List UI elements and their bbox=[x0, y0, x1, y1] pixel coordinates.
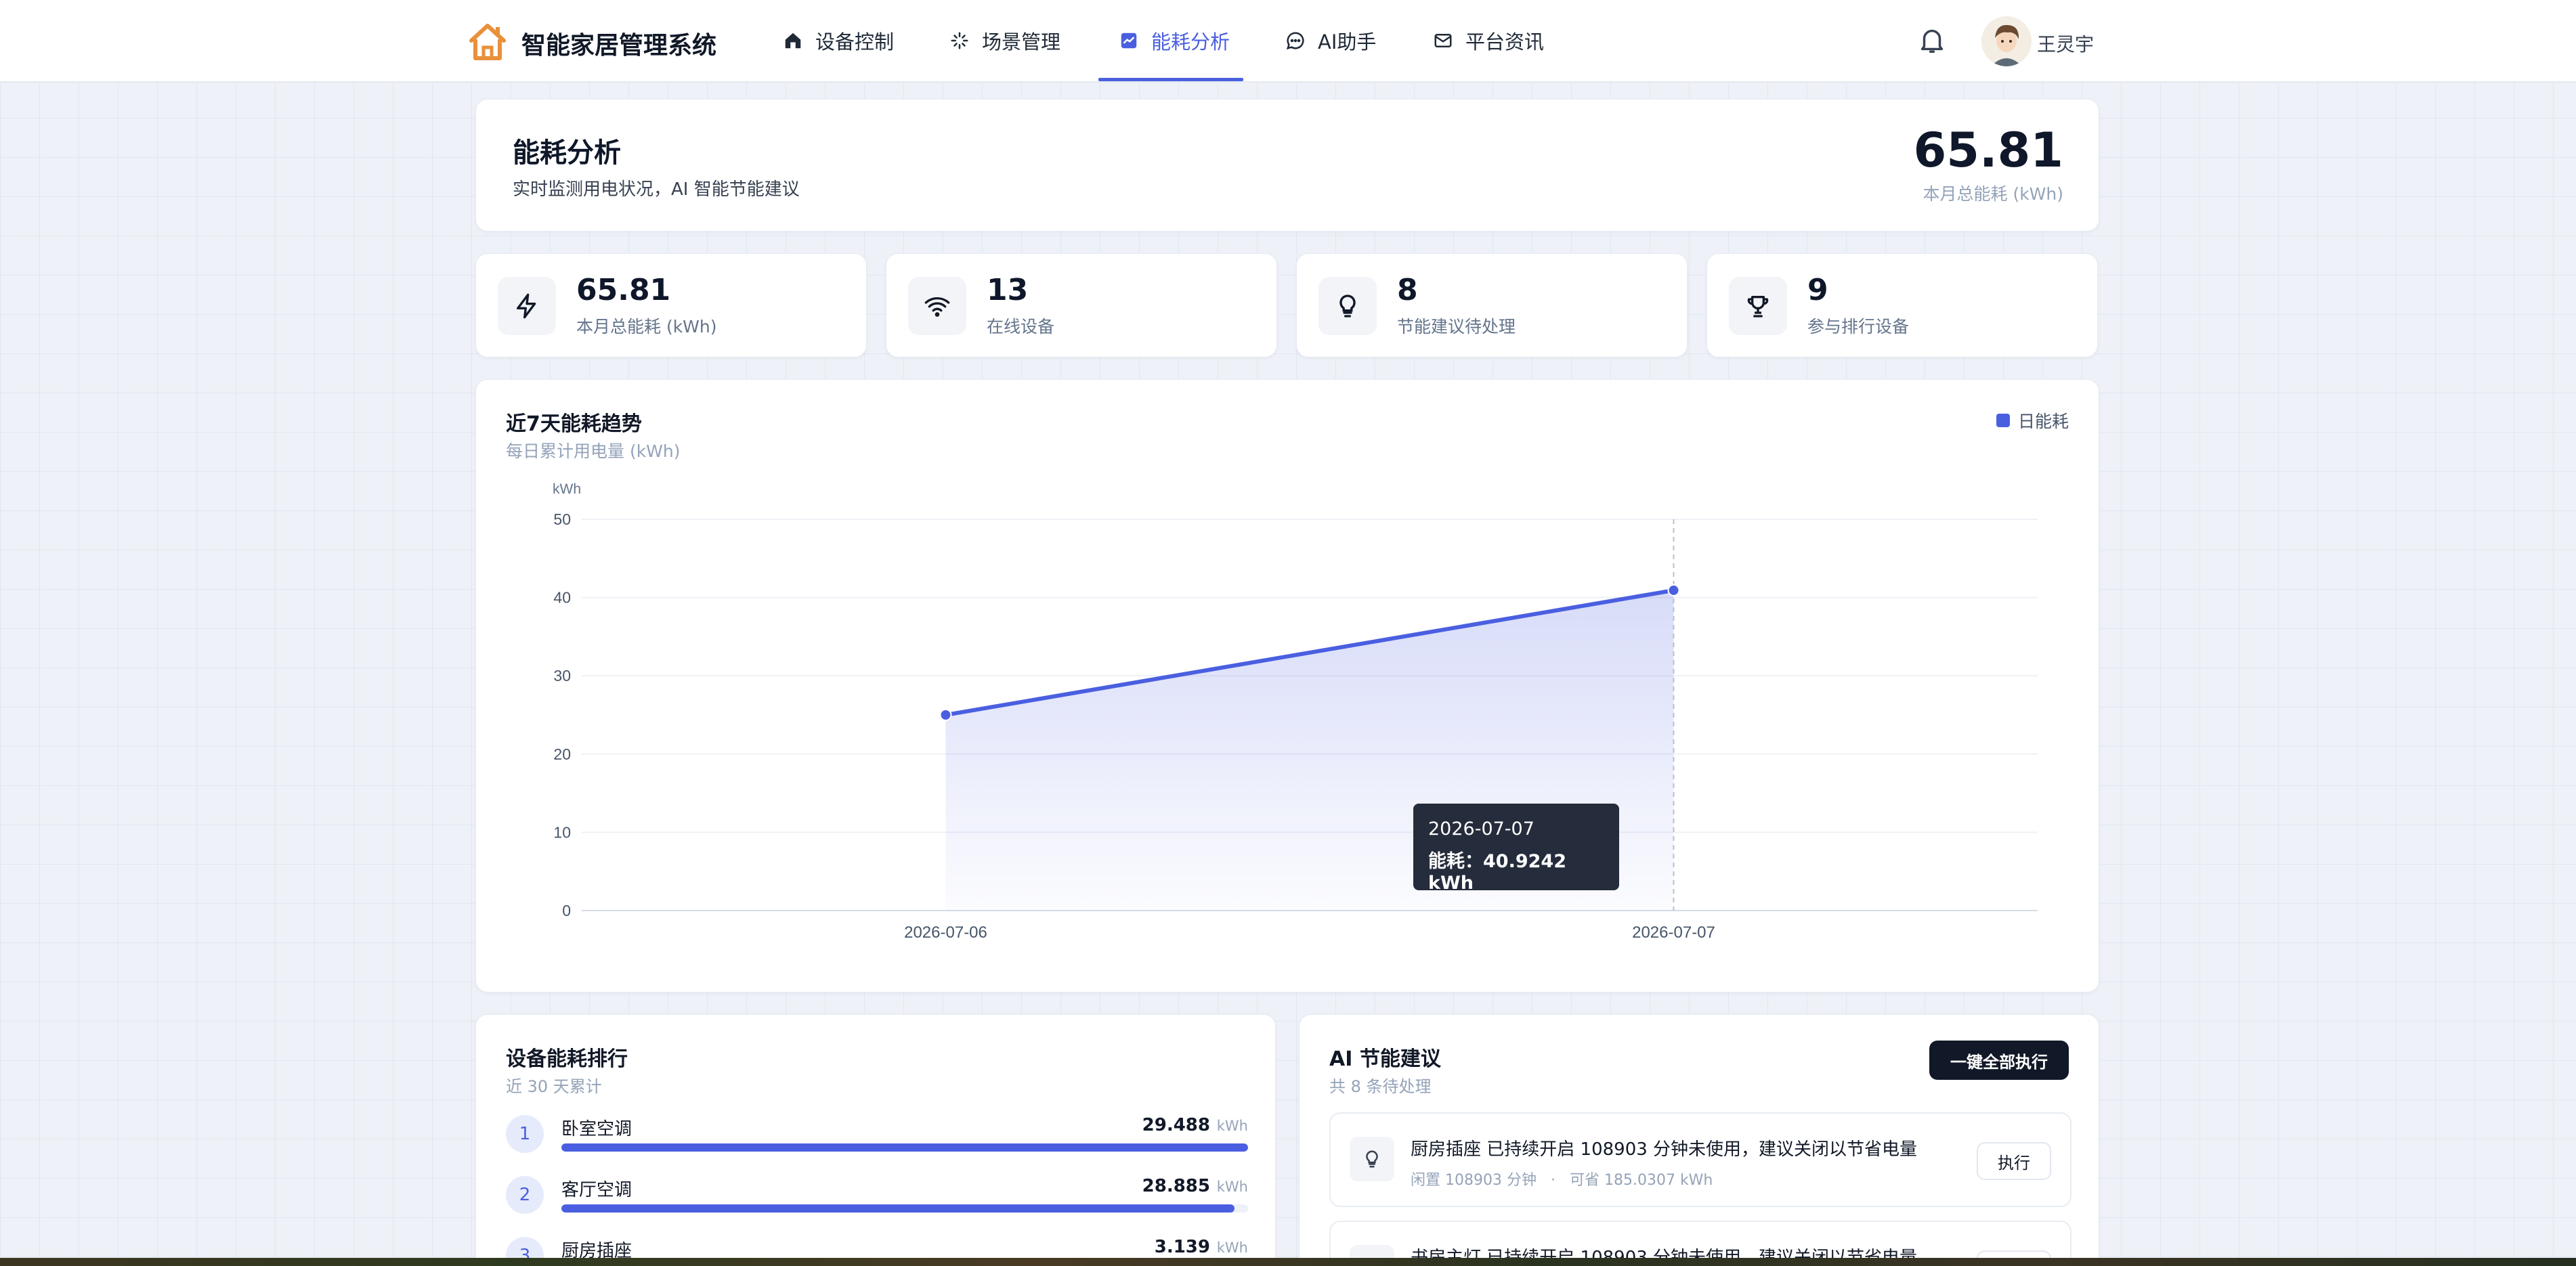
bulb-icon bbox=[1350, 1137, 1394, 1181]
energy-unit: kWh bbox=[1216, 1118, 1248, 1134]
data-point bbox=[1667, 584, 1680, 596]
tooltip-value: 能耗：40.9242 kWh bbox=[1428, 851, 1566, 894]
nav-platform-news[interactable]: 平台资讯 bbox=[1433, 0, 1544, 81]
y-tick-label: 50 bbox=[553, 510, 571, 528]
y-tick-label: 30 bbox=[553, 667, 571, 684]
app-title[interactable]: 智能家居管理系统 bbox=[521, 26, 716, 61]
y-axis-unit: kWh bbox=[553, 481, 581, 497]
page-header-card: 能耗分析 实时监测用电状况，AI 智能节能建议 65.81 本月总能耗 (kWh… bbox=[475, 99, 2099, 232]
energy-unit: kWh bbox=[1216, 1240, 1248, 1256]
nav-label: 平台资讯 bbox=[1465, 30, 1545, 53]
nav-energy-analysis[interactable]: 能耗分析 bbox=[1098, 0, 1244, 81]
y-tick-label: 0 bbox=[562, 902, 571, 919]
idle-time: 闲置 108903 分钟 bbox=[1411, 1172, 1537, 1189]
suggestion-meta: 闲置 108903 分钟 · 可省 185.0307 kWh bbox=[1411, 1172, 1713, 1189]
stat-card-energy: 65.81 本月总能耗 (kWh) bbox=[475, 253, 867, 357]
ranking-row[interactable]: 2 客厅空调 28.885 kWh bbox=[506, 1176, 1248, 1230]
energy-unit: kWh bbox=[1216, 1179, 1248, 1195]
home-icon bbox=[785, 32, 801, 49]
monthly-total-value: 65.81 bbox=[1913, 123, 2063, 178]
stat-value: 13 bbox=[987, 273, 1029, 307]
stat-card-suggestions: 8 节能建议待处理 bbox=[1296, 253, 1688, 357]
chart-icon bbox=[1121, 32, 1137, 49]
nav-device-control[interactable]: 设备控制 bbox=[783, 0, 894, 81]
stat-card-ranking: 9 参与排行设备 bbox=[1706, 253, 2098, 357]
execute-all-button[interactable]: 一键全部执行 bbox=[1929, 1041, 2069, 1080]
mail-icon bbox=[1434, 34, 1452, 47]
y-tick-label: 40 bbox=[553, 589, 571, 607]
bell-icon[interactable] bbox=[1916, 24, 1948, 56]
energy-bar-fill bbox=[561, 1143, 1248, 1152]
energy-bar-fill bbox=[561, 1204, 1235, 1213]
rank-number: 2 bbox=[506, 1176, 544, 1214]
saving-estimate: 可省 185.0307 kWh bbox=[1569, 1172, 1713, 1189]
bolt-icon bbox=[498, 277, 556, 335]
bulb-icon bbox=[1318, 277, 1377, 335]
stat-label: 节能建议待处理 bbox=[1397, 317, 1516, 336]
nav-label: AI助手 bbox=[1318, 30, 1377, 53]
stat-card-online: 13 在线设备 bbox=[886, 253, 1277, 357]
stat-label: 本月总能耗 (kWh) bbox=[576, 317, 717, 336]
top-navbar: 智能家居管理系统 设备控制 场景管理 能耗分析 AI助手 平台资讯 王灵宇 bbox=[0, 0, 2576, 83]
nav-label: 场景管理 bbox=[982, 30, 1061, 53]
device-ranking-card: 设备能耗排行 近 30 天累计 1 卧室空调 29.488 kWh 2 客厅空调… bbox=[475, 1014, 1276, 1266]
ranking-row[interactable]: 1 卧室空调 29.488 kWh bbox=[506, 1115, 1248, 1169]
stat-value: 9 bbox=[1807, 273, 1828, 307]
page-title: 能耗分析 bbox=[513, 137, 621, 169]
energy-bar-track bbox=[561, 1143, 1248, 1152]
x-tick-label: 2026-07-06 bbox=[904, 923, 987, 942]
device-name: 卧室空调 bbox=[561, 1119, 632, 1139]
trophy-icon bbox=[1729, 277, 1787, 335]
suggestion-text: 厨房插座 已持续开启 108903 分钟未使用，建议关闭以节省电量 bbox=[1411, 1139, 1918, 1160]
device-energy: 3.139 bbox=[1154, 1237, 1210, 1257]
device-energy: 29.488 bbox=[1142, 1115, 1210, 1135]
nav-ai-assistant[interactable]: AI助手 bbox=[1285, 0, 1376, 81]
stat-label: 在线设备 bbox=[987, 317, 1055, 336]
rank-number: 1 bbox=[506, 1115, 544, 1153]
desktop-edge bbox=[0, 1258, 2576, 1266]
nav-label: 能耗分析 bbox=[1151, 30, 1230, 53]
page-subtitle: 实时监测用电状况，AI 智能节能建议 bbox=[513, 179, 800, 200]
device-energy: 28.885 bbox=[1142, 1176, 1210, 1196]
user-name[interactable]: 王灵宇 bbox=[2037, 30, 2094, 57]
x-tick-label: 2026-07-07 bbox=[1632, 923, 1715, 942]
ai-subtitle: 共 8 条待处理 bbox=[1329, 1077, 1432, 1096]
monthly-total-label: 本月总能耗 (kWh) bbox=[1923, 184, 2064, 204]
device-name: 客厅空调 bbox=[561, 1180, 632, 1200]
data-point bbox=[939, 709, 952, 721]
y-tick-label: 20 bbox=[553, 745, 571, 763]
ai-title: AI 节能建议 bbox=[1329, 1047, 1441, 1071]
chat-icon bbox=[1286, 32, 1304, 50]
trend-chart-card: 近7天能耗趋势 每日累计用电量 (kWh) 日能耗 0 10 20 30 40 50 kWh… bbox=[475, 379, 2099, 992]
suggestion-item: 厨房插座 已持续开启 108903 分钟未使用，建议关闭以节省电量 闲置 108… bbox=[1329, 1112, 2071, 1207]
nav-label: 设备控制 bbox=[815, 30, 895, 53]
house-logo-icon[interactable] bbox=[466, 20, 509, 64]
ranking-subtitle: 近 30 天累计 bbox=[506, 1077, 602, 1096]
execute-button[interactable]: 执行 bbox=[1977, 1142, 2051, 1180]
avatar-image bbox=[1981, 16, 2032, 66]
y-tick-label: 10 bbox=[553, 823, 571, 841]
ai-suggestions-card: AI 节能建议 共 8 条待处理 一键全部执行 厨房插座 已持续开启 10890… bbox=[1299, 1014, 2099, 1266]
sparkle-icon bbox=[951, 32, 968, 49]
stat-value: 65.81 bbox=[576, 273, 671, 307]
avatar[interactable] bbox=[1981, 16, 2032, 66]
tooltip-date: 2026-07-07 bbox=[1428, 818, 1534, 839]
trend-chart[interactable]: 0 10 20 30 40 50 kWh 2026-07-06 2026-07-07 bbox=[476, 380, 2100, 993]
stat-value: 8 bbox=[1397, 273, 1418, 307]
chart-tooltip: 2026-07-07 能耗：40.9242 kWh bbox=[1413, 804, 1619, 894]
energy-bar-track bbox=[561, 1204, 1248, 1213]
ranking-title: 设备能耗排行 bbox=[506, 1047, 628, 1071]
nav-scene-management[interactable]: 场景管理 bbox=[949, 0, 1060, 81]
stat-label: 参与排行设备 bbox=[1807, 317, 1910, 336]
wifi-icon bbox=[908, 277, 966, 335]
